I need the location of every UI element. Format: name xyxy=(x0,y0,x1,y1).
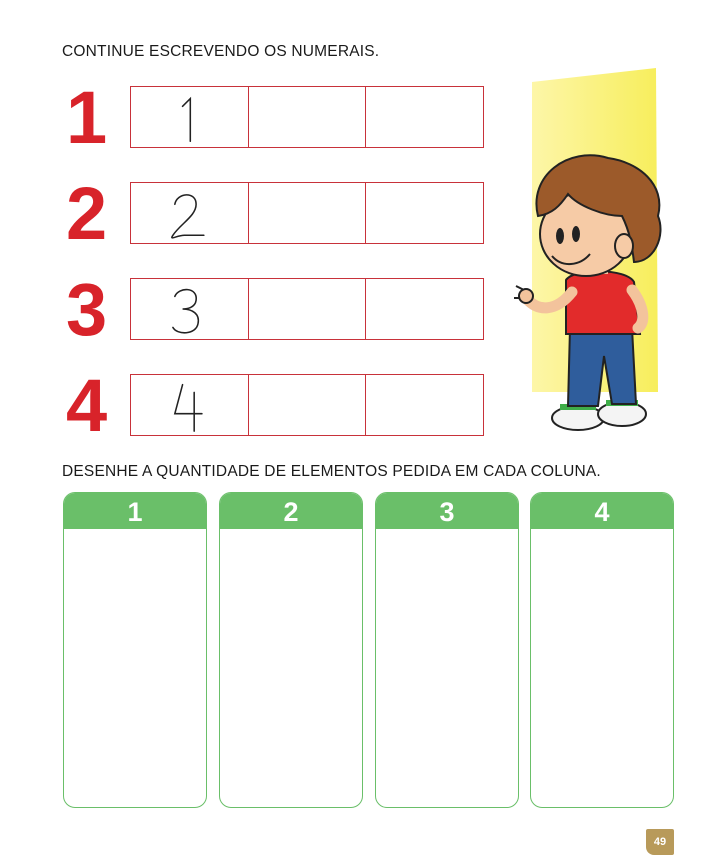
handwritten-3 xyxy=(172,288,200,334)
big-numeral: 3 xyxy=(66,268,108,351)
instruction-write-numerals: CONTINUE ESCREVENDO OS NUMERAIS. xyxy=(62,43,380,60)
numeral-row-2: 2 xyxy=(64,174,486,254)
numeral-row-1: 1 xyxy=(64,78,486,158)
blank-writing-cell[interactable] xyxy=(366,87,483,147)
writing-boxes xyxy=(130,374,484,436)
blank-writing-cell[interactable] xyxy=(366,183,483,243)
writing-boxes xyxy=(130,278,484,340)
page-number: 49 xyxy=(646,829,674,855)
handwritten-1 xyxy=(181,96,192,142)
instruction-draw-quantity: DESENHE A QUANTIDADE DE ELEMENTOS PEDIDA… xyxy=(62,463,601,480)
boy-pointing-illustration xyxy=(514,68,662,431)
column-header: 3 xyxy=(376,493,518,529)
blank-writing-cell[interactable] xyxy=(249,183,367,243)
numeral-row-3: 3 xyxy=(64,270,486,350)
drawing-column-4[interactable]: 4 xyxy=(530,492,674,808)
drawing-column-2[interactable]: 2 xyxy=(219,492,363,808)
writing-boxes xyxy=(130,86,484,148)
blank-writing-cell[interactable] xyxy=(366,375,483,435)
big-numeral: 4 xyxy=(66,364,108,447)
handwritten-2 xyxy=(171,194,205,239)
handwritten-4 xyxy=(173,383,203,432)
example-cell xyxy=(131,183,249,243)
example-cell xyxy=(131,375,249,435)
numeral-row-4: 4 xyxy=(64,366,486,446)
blank-writing-cell[interactable] xyxy=(249,375,367,435)
example-cell xyxy=(131,279,249,339)
drawing-column-3[interactable]: 3 xyxy=(375,492,519,808)
column-header: 1 xyxy=(64,493,206,529)
column-header: 4 xyxy=(531,493,673,529)
blank-writing-cell[interactable] xyxy=(366,279,483,339)
example-cell xyxy=(131,87,249,147)
drawing-column-1[interactable]: 1 xyxy=(63,492,207,808)
writing-boxes xyxy=(130,182,484,244)
blank-writing-cell[interactable] xyxy=(249,279,367,339)
big-numeral: 1 xyxy=(66,76,108,159)
column-header: 2 xyxy=(220,493,362,529)
big-numeral: 2 xyxy=(66,172,108,255)
blank-writing-cell[interactable] xyxy=(249,87,367,147)
